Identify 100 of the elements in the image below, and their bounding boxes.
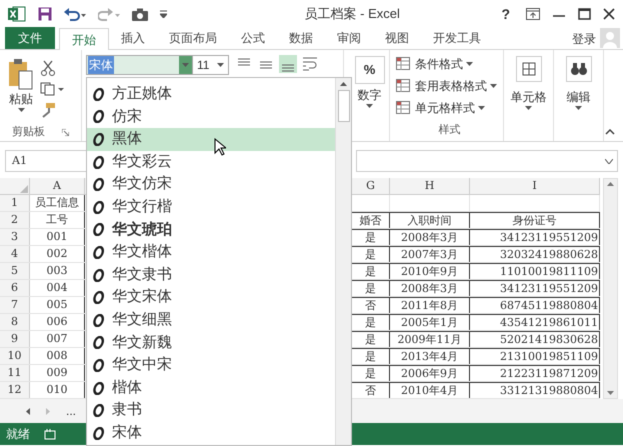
camera-icon[interactable] [132, 8, 148, 20]
vertical-scrollbar[interactable] [603, 178, 618, 399]
table-cell: 2008年3月 [401, 231, 458, 244]
sign-in-link[interactable]: 登录 [572, 30, 596, 48]
table-cell: 001 [46, 230, 68, 243]
ribbon-tab[interactable]: 页面布局 [157, 27, 229, 49]
font-option[interactable]: 楷体 [87, 376, 335, 400]
undo-icon[interactable] [64, 7, 86, 21]
style-command[interactable]: 单元格样式 [415, 99, 475, 117]
font-type-icon [93, 404, 104, 418]
caret-icon [18, 108, 24, 112]
font-option[interactable]: 隶书 [87, 399, 335, 422]
more-sheets[interactable]: ... [66, 402, 76, 420]
collapse-ribbon-icon[interactable] [605, 129, 615, 135]
cells-label[interactable]: 单元格 [510, 88, 546, 106]
row-header[interactable]: 7 [0, 297, 30, 313]
copy-icon[interactable] [40, 82, 64, 96]
table-cell: 婚否 [360, 214, 382, 227]
font-type-icon [93, 291, 104, 304]
table-cell: 是 [365, 367, 376, 380]
customize-icon[interactable] [160, 10, 167, 18]
file-tab[interactable]: 文件 [5, 27, 55, 49]
save-icon[interactable] [38, 7, 52, 21]
font-option[interactable]: 华文隶书 [87, 264, 335, 286]
style-command[interactable]: 套用表格格式 [415, 77, 487, 95]
font-option[interactable]: 华文宋体 [87, 286, 335, 309]
align-icon[interactable] [279, 55, 297, 73]
table-cell: 2009年11月 [398, 333, 462, 346]
ribbon-tab[interactable]: 开始 [59, 28, 109, 50]
macro-record-icon[interactable] [44, 428, 56, 440]
scroll-left-icon[interactable] [26, 408, 30, 414]
font-option[interactable]: 华文仿宋 [87, 173, 335, 196]
table-cell: 是 [365, 333, 376, 346]
paste-label[interactable]: 粘贴 [9, 90, 33, 108]
dropdown-scrollbar[interactable] [335, 78, 351, 445]
row-header[interactable]: 4 [0, 246, 30, 262]
status-text: 就绪 [6, 426, 30, 443]
row-header[interactable]: 12 [0, 382, 30, 398]
column-header[interactable]: I [470, 178, 600, 194]
number-label[interactable]: 数字 [358, 86, 382, 104]
scroll-up-icon[interactable] [607, 182, 614, 186]
binoculars-icon[interactable] [566, 56, 592, 82]
style-icon[interactable] [396, 78, 412, 94]
maximize-icon[interactable] [578, 8, 591, 20]
ribbon-tab[interactable]: 插入 [109, 27, 157, 49]
table-cell: 2005年1月 [401, 316, 458, 329]
font-option[interactable]: 华文新魏 [87, 332, 335, 354]
cut-icon[interactable] [40, 60, 56, 76]
ribbon-display-icon[interactable] [526, 8, 540, 20]
paste-icon[interactable] [8, 58, 34, 90]
caret-icon [366, 104, 373, 108]
font-option[interactable]: 方正姚体 [87, 83, 335, 106]
row-header[interactable]: 3 [0, 229, 30, 245]
expand-icon[interactable] [605, 158, 613, 164]
table-cell: 是 [365, 282, 376, 295]
formula-field[interactable] [356, 150, 618, 172]
style-command[interactable]: 条件格式 [415, 55, 463, 73]
font-type-icon [93, 382, 104, 395]
dialog-launcher-icon[interactable] [62, 128, 69, 136]
table-cell: 43541219861011 [500, 316, 598, 329]
wrap-text-icon[interactable] [301, 55, 319, 73]
scroll-thumb[interactable] [338, 90, 350, 122]
scroll-down-icon[interactable] [607, 391, 614, 395]
font-option[interactable]: 华文琥珀 [87, 218, 335, 242]
ribbon-tab[interactable]: 公式 [229, 27, 277, 49]
column-header[interactable]: A [30, 178, 85, 194]
table-cell: 34123119551209 [500, 282, 598, 295]
scroll-up-icon[interactable] [340, 82, 347, 86]
row-header[interactable]: 6 [0, 280, 30, 296]
format-painter-icon[interactable] [40, 102, 56, 118]
font-option[interactable]: 华文行楷 [87, 196, 335, 219]
row-header[interactable]: 8 [0, 314, 30, 330]
style-icon[interactable] [396, 56, 412, 72]
ribbon-tab[interactable]: 开发工具 [421, 27, 493, 49]
font-option[interactable]: 华文中宋 [87, 354, 335, 377]
cells-icon[interactable] [516, 56, 542, 82]
row-header[interactable]: 5 [0, 263, 30, 279]
row-header[interactable]: 1 [0, 195, 30, 211]
font-type-icon [93, 246, 104, 259]
help-button[interactable]: ? [497, 4, 514, 24]
font-option[interactable]: 黑体 [87, 128, 335, 151]
row-header[interactable]: 2 [0, 212, 30, 228]
font-option[interactable]: 宋体 [87, 422, 335, 444]
font-option[interactable]: 华文彩云 [87, 150, 335, 174]
ribbon-tab[interactable]: 视图 [373, 27, 421, 49]
row-header[interactable]: 11 [0, 365, 30, 381]
font-option[interactable]: 华文楷体 [87, 241, 335, 264]
group-label: 样式 [438, 123, 462, 138]
close-icon[interactable] [603, 8, 615, 20]
row-header[interactable]: 10 [0, 348, 30, 364]
style-icon[interactable] [396, 100, 412, 116]
font-option[interactable]: 华文细黑 [87, 308, 335, 332]
editing-label[interactable]: 编辑 [566, 88, 590, 106]
font-option[interactable]: 仿宋 [87, 106, 335, 128]
ribbon-tab[interactable]: 数据 [277, 27, 325, 49]
row-header[interactable]: 9 [0, 331, 30, 347]
ribbon-tab[interactable]: 审阅 [325, 27, 373, 49]
column-header[interactable]: H [390, 178, 470, 194]
window-title: 员工档案 - Excel [304, 5, 401, 24]
number-format-button[interactable]: % [354, 56, 384, 84]
